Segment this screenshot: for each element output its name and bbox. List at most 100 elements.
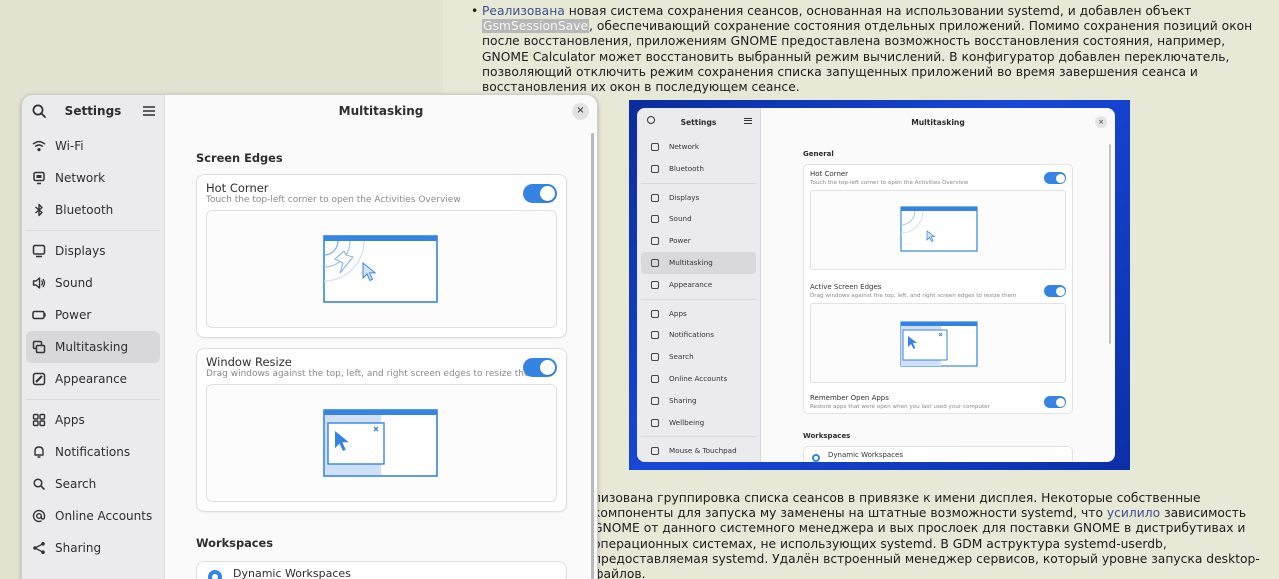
sidebar-item-search[interactable]: Search [26,468,160,500]
sidebar-header: Settings [22,95,164,127]
section-workspaces: Workspaces [196,536,274,550]
sidebar-item-label: Apps [55,413,85,427]
embedded-active-edges-sub: Drag windows against the top, left, and … [810,293,1017,299]
sidebar-divider [26,399,160,400]
sidebar-item-label: Wi-Fi [55,139,84,153]
embedded-illustration [810,303,1066,383]
embedded-toggle [1044,396,1066,408]
embedded-dynamic: Dynamic Workspaces [828,451,904,459]
multitasking-icon [32,340,46,354]
apps-icon [32,413,46,427]
highlighted-term: GsmSessionSave [482,19,590,34]
scrollbar[interactable] [591,133,594,579]
embedded-sidebar: Settings Network Bluetooth Displays Soun… [637,108,761,462]
embedded-item: Sharing [641,390,756,412]
hot-corner-card: Hot Corner Touch the top-left corner to … [196,174,567,338]
embedded-remember: Remember Open Apps [810,394,889,402]
sidebar-nav: Wi-Fi Network Bluetooth Displays Sound P… [22,130,164,564]
page-title: Multitasking [338,104,424,118]
menu-icon [744,118,752,124]
window-resize-toggle[interactable] [523,358,557,377]
article-paragraph-2: лизована группировка списка сеансов в пр… [593,491,1279,579]
embedded-settings-window: Settings Network Bluetooth Displays Soun… [637,108,1115,462]
window-resize-card: Window Resize Drag windows against the t… [196,348,567,512]
sidebar-item-sharing[interactable]: Sharing [26,532,160,564]
sidebar-item-displays[interactable]: Displays [26,235,160,267]
hot-corner-illustration [900,206,978,252]
article-text: новая система сохранения сеансов, основа… [564,4,1192,18]
sidebar-item-label: Network [55,171,106,185]
sidebar-item-label: Power [55,308,92,322]
hot-corner-title: Hot Corner [206,181,269,195]
article-link-realized[interactable]: Реализована [482,4,565,18]
embedded-item: Search [641,346,756,368]
embedded-main: Multitasking × General Hot Corner Touch … [761,108,1115,462]
embedded-item: Wellbeing [641,412,756,434]
article-paragraph-1: • Реализована новая система сохранения с… [471,4,1274,95]
sidebar-item-online-accounts[interactable]: Online Accounts [26,500,160,532]
embedded-card: Dynamic Workspaces [803,446,1073,462]
sidebar-item-bluetooth[interactable]: Bluetooth [26,194,160,226]
embedded-illustration [810,190,1066,270]
embedded-title: Multitasking [911,118,965,127]
embedded-item: Notifications [641,324,756,346]
share-icon [33,542,45,554]
sidebar-item-network[interactable]: Network [26,162,160,194]
settings-window: Settings Wi-Fi Network Bluetooth Display… [21,94,598,579]
article-link-strengthened[interactable]: усилило [1107,506,1160,520]
window-resize-illustration [900,321,978,367]
search-icon [33,478,46,491]
window-resize-illustration [206,384,557,502]
main-content: Multitasking × Screen Edges Hot Corner T… [165,95,597,579]
dynamic-workspaces-radio[interactable] [208,570,222,579]
appearance-icon [32,372,46,386]
bullet: • [471,4,479,18]
sidebar-divider [26,230,160,231]
sidebar-item-label: Sharing [55,541,102,555]
bluetooth-icon [35,203,43,217]
sidebar-item-label: Sound [55,276,93,290]
sidebar-item-sound[interactable]: Sound [26,267,160,299]
close-button[interactable]: × [572,103,589,120]
hot-corner-subtitle: Touch the top-left corner to open the Ac… [206,195,461,205]
section-screen-edges: Screen Edges [196,151,283,165]
sidebar-item-label: Bluetooth [55,203,114,217]
speaker-icon [32,277,46,289]
embedded-item: Sound [641,208,756,230]
embedded-item: Multitasking [641,251,756,274]
sidebar-item-label: Appearance [55,372,128,386]
embedded-hot-corner-sub: Touch the top-left corner to open the Ac… [810,180,969,186]
sidebar-item-notifications[interactable]: Notifications [26,436,160,468]
sidebar-item-label: Online Accounts [55,509,153,523]
embedded-item: Power [641,230,756,252]
hot-corner-image [323,235,438,303]
article-screenshot: Settings Network Bluetooth Displays Soun… [629,100,1130,470]
hot-corner-toggle[interactable] [523,184,557,203]
window-resize-subtitle: Drag windows against the top, left, and … [206,369,539,379]
network-icon [33,171,45,185]
embedded-item: Mouse & Touchpad [641,440,756,462]
embedded-item: Online Accounts [641,368,756,390]
sidebar-item-label: Notifications [55,445,131,459]
close-icon: × [1095,116,1107,128]
wifi-icon [32,140,46,152]
close-icon: × [576,105,585,116]
article-text: , обеспечивающий сохранение состояния от… [482,19,1253,95]
hot-corner-illustration [206,210,557,328]
sidebar-item-power[interactable]: Power [26,299,160,331]
embedded-toggle [1044,285,1066,297]
sidebar-item-apps[interactable]: Apps [26,404,160,436]
embedded-sidebar-title: Settings [680,118,717,127]
sidebar-item-wifi[interactable]: Wi-Fi [26,130,160,162]
embedded-section-workspaces: Workspaces [803,432,851,440]
main-menu-button[interactable] [139,101,159,121]
embedded-item: Network [641,136,756,158]
embedded-hot-corner: Hot Corner [810,170,849,178]
dynamic-workspaces-row[interactable]: Dynamic Workspaces [196,561,567,579]
embedded-item: Bluetooth [641,158,756,180]
sidebar-item-appearance[interactable]: Appearance [26,363,160,395]
display-icon [32,244,46,258]
sidebar-item-multitasking[interactable]: Multitasking [26,331,160,363]
dynamic-workspaces-label: Dynamic Workspaces [233,567,351,579]
window-resize-title: Window Resize [206,355,292,369]
